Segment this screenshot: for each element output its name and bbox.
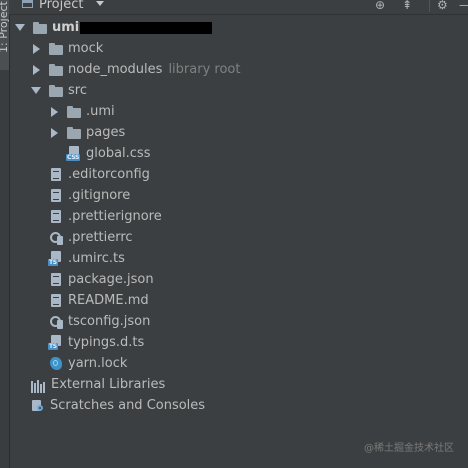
- tree-item-prettierrc[interactable]: .prettierrc: [9, 227, 468, 248]
- tree-item-label: pages: [86, 125, 126, 140]
- file-badge: TS: [48, 342, 58, 350]
- tree-item-package-json[interactable]: package.json: [9, 269, 468, 290]
- collapse-icon[interactable]: ⇞: [402, 0, 412, 12]
- text-file-icon: [48, 167, 64, 183]
- tree-item-label: global.css: [86, 146, 151, 161]
- config-file-icon: [48, 230, 64, 246]
- folder-icon: [48, 83, 64, 99]
- markdown-file-icon: [48, 293, 64, 309]
- folder-icon: [48, 41, 64, 57]
- folder-icon: [66, 104, 82, 120]
- tree-item-external-libraries[interactable]: External Libraries: [9, 374, 468, 395]
- text-file-icon: [48, 188, 64, 204]
- css-file-icon: CSS: [66, 145, 82, 162]
- tree-item-label: .umi: [86, 104, 115, 119]
- tree-item-label: yarn.lock: [68, 356, 128, 371]
- tree-item-label: .umirc.ts: [68, 251, 125, 266]
- tree-item-mock[interactable]: mock: [9, 38, 468, 59]
- expand-arrow-icon[interactable]: [30, 85, 42, 97]
- tree-item-root[interactable]: umi: [9, 17, 468, 38]
- expand-arrow-icon[interactable]: [48, 127, 60, 139]
- redacted-block: [80, 21, 213, 34]
- tree-item-src[interactable]: src: [9, 80, 468, 101]
- tree-item-label: Scratches and Consoles: [50, 398, 206, 413]
- gear-icon[interactable]: ⚙: [437, 0, 448, 12]
- folder-icon: [66, 125, 82, 141]
- tree-item-label: README.md: [68, 293, 149, 308]
- typescript-file-icon: TS: [48, 334, 64, 351]
- tree-item-umirc-ts[interactable]: TS .umirc.ts: [9, 248, 468, 269]
- toolbar-separator: [429, 0, 430, 12]
- tree-item-yarn-lock[interactable]: yarn.lock: [9, 353, 468, 374]
- tree-item-label: tsconfig.json: [68, 314, 151, 329]
- folder-icon: [32, 20, 48, 36]
- tree-item-label: umi: [52, 20, 80, 35]
- expand-arrow-icon[interactable]: [30, 43, 42, 55]
- folder-icon: [48, 62, 64, 78]
- minimize-icon[interactable]: —: [459, 0, 468, 12]
- tree-item-editorconfig[interactable]: .editorconfig: [9, 164, 468, 185]
- watermark: @稀土掘金技术社区: [364, 443, 454, 454]
- tree-item-scratches[interactable]: Scratches and Consoles: [9, 395, 468, 416]
- tree-item-umi-folder[interactable]: .umi: [9, 101, 468, 122]
- project-tree: umi mock node_modules library root src .…: [9, 14, 468, 468]
- tree-item-label: .gitignore: [68, 188, 131, 203]
- tree-item-global-css[interactable]: CSS global.css: [9, 143, 468, 164]
- tree-item-pages[interactable]: pages: [9, 122, 468, 143]
- scratches-icon: [30, 398, 46, 414]
- side-tab-project[interactable]: 1: Project: [0, 0, 10, 70]
- tree-item-label: mock: [68, 41, 104, 56]
- expand-arrow-icon[interactable]: [48, 106, 60, 118]
- tree-item-label: .prettierignore: [68, 209, 162, 224]
- library-icon: [30, 377, 47, 393]
- tree-item-tsconfig[interactable]: tsconfig.json: [9, 311, 468, 332]
- tree-item-readme[interactable]: README.md: [9, 290, 468, 311]
- file-badge: CSS: [66, 153, 80, 161]
- tree-item-prettierignore[interactable]: .prettierignore: [9, 206, 468, 227]
- json-file-icon: [48, 272, 64, 288]
- globe-icon[interactable]: ⊕: [375, 0, 385, 12]
- project-window-icon: [22, 0, 33, 8]
- yarn-icon: [48, 356, 64, 372]
- text-file-icon: [48, 209, 64, 225]
- tree-item-label: node_modules: [68, 62, 163, 77]
- file-badge: TS: [48, 258, 58, 266]
- expand-arrow-icon[interactable]: [14, 22, 26, 34]
- tree-item-label: package.json: [68, 272, 154, 287]
- project-title[interactable]: Project: [39, 0, 83, 12]
- tree-item-label: .editorconfig: [68, 167, 150, 182]
- tree-item-label: src: [68, 83, 87, 98]
- side-tab-label: 1: Project: [0, 1, 10, 53]
- tree-item-label: typings.d.ts: [68, 335, 145, 350]
- tree-item-node-modules[interactable]: node_modules library root: [9, 59, 468, 80]
- expand-arrow-icon[interactable]: [30, 64, 42, 76]
- tree-item-label: .prettierrc: [68, 230, 133, 245]
- tree-item-gitignore[interactable]: .gitignore: [9, 185, 468, 206]
- tree-item-label: External Libraries: [51, 377, 166, 392]
- tree-item-typings[interactable]: TS typings.d.ts: [9, 332, 468, 353]
- typescript-file-icon: TS: [48, 250, 64, 267]
- chevron-down-icon[interactable]: [96, 1, 104, 6]
- config-file-icon: [48, 314, 64, 330]
- project-toolbar: Project ⊕ ⇞ ⚙ —: [9, 0, 468, 15]
- library-root-hint: library root: [168, 62, 241, 77]
